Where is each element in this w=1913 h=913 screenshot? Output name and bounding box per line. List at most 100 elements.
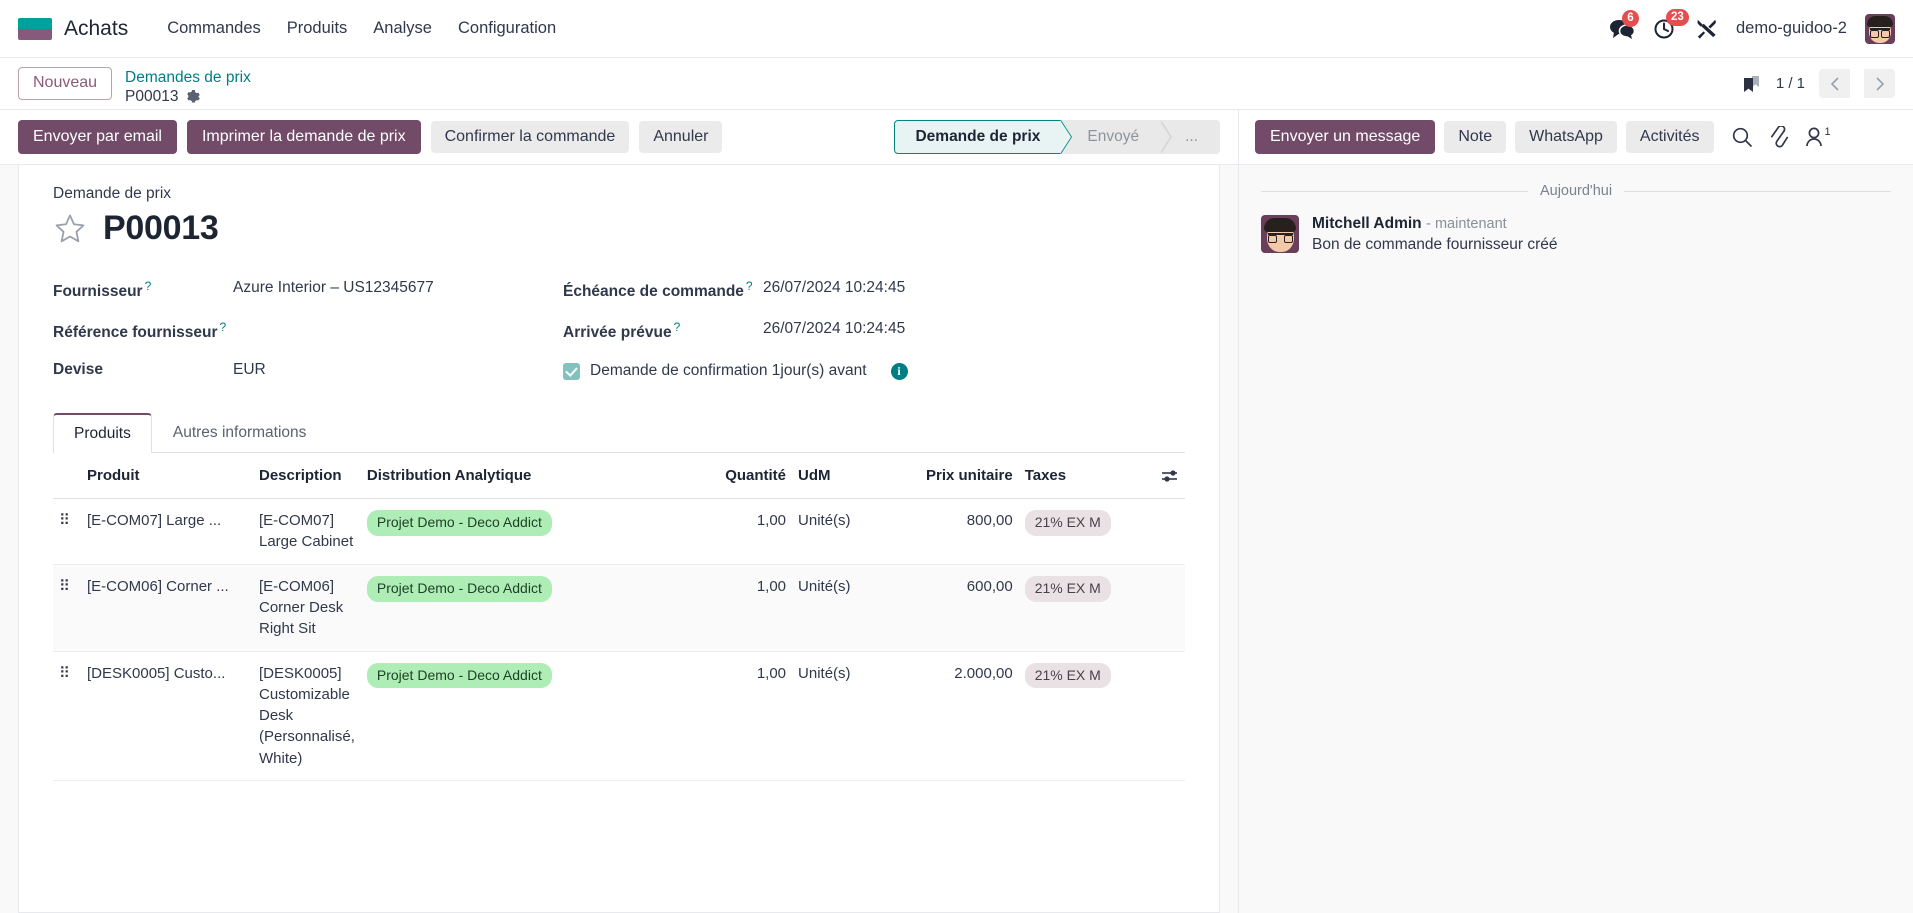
tab-autres-informations[interactable]: Autres informations: [152, 413, 328, 453]
th-taxes[interactable]: Taxes: [1018, 453, 1155, 500]
cell-prix[interactable]: 600,00: [881, 564, 1019, 652]
tax-tag[interactable]: 21% EX M: [1024, 510, 1111, 536]
info-icon[interactable]: i: [890, 362, 908, 380]
odoo-logo[interactable]: [18, 17, 52, 40]
menu-analyse[interactable]: Analyse: [360, 13, 445, 44]
th-produit[interactable]: Produit: [81, 453, 253, 500]
label-devise: Devise: [53, 361, 103, 379]
th-prix-unitaire[interactable]: Prix unitaire: [881, 453, 1019, 500]
cell-description[interactable]: [E-COM07] Large Cabinet: [253, 498, 361, 565]
status-step-rfq[interactable]: Demande de prix: [894, 120, 1073, 154]
cell-udm[interactable]: Unité(s): [792, 651, 882, 782]
bookmark-icon[interactable]: [1740, 73, 1762, 95]
new-record-button[interactable]: Nouveau: [18, 67, 113, 100]
tab-produits[interactable]: Produits: [53, 413, 152, 454]
pager-next-button[interactable]: [1864, 69, 1895, 98]
cell-taxes[interactable]: 21% EX M: [1018, 651, 1155, 782]
table-row[interactable]: ⠿ [E-COM07] Large ... [E-COM07] Large Ca…: [53, 498, 1185, 565]
confirmation-checkbox[interactable]: [563, 362, 580, 380]
cell-prix[interactable]: 800,00: [881, 498, 1019, 565]
analytic-tag[interactable]: Projet Demo - Deco Addict: [366, 575, 552, 602]
cell-analytique[interactable]: Projet Demo - Deco Addict: [360, 564, 691, 652]
user-menu-label[interactable]: demo-guidoo-2: [1736, 19, 1847, 38]
messages-button[interactable]: 6: [1609, 9, 1639, 40]
activities-button[interactable]: 23: [1653, 8, 1689, 41]
confirm-order-button[interactable]: Confirmer la commande: [430, 121, 630, 153]
menu-configuration[interactable]: Configuration: [445, 13, 569, 44]
status-step-sent[interactable]: Envoyé: [1061, 120, 1172, 154]
cell-taxes[interactable]: 21% EX M: [1018, 564, 1155, 652]
cell-description[interactable]: [E-COM06] Corner Desk Right Sit: [253, 564, 361, 652]
row-drag-handle[interactable]: ⠿: [53, 564, 81, 652]
row-drag-handle[interactable]: ⠿: [53, 498, 81, 565]
send-message-button[interactable]: Envoyer un message: [1255, 120, 1436, 154]
cell-udm[interactable]: Unité(s): [792, 564, 882, 652]
gear-icon[interactable]: [186, 90, 200, 104]
value-reference-fournisseur[interactable]: [233, 311, 563, 331]
attachment-paperclip-icon[interactable]: [1768, 126, 1790, 148]
order-lines-table: Produit Description Distribution Analyti…: [53, 453, 1185, 782]
cell-quantite[interactable]: 1,00: [690, 564, 793, 652]
row-drag-handle[interactable]: ⠿: [53, 651, 81, 782]
app-name[interactable]: Achats: [64, 17, 128, 41]
column-settings-icon[interactable]: [1161, 468, 1179, 484]
message-meta: Mitchell Admin - maintenant: [1312, 215, 1558, 233]
chatter-message: Mitchell Admin - maintenant Bon de comma…: [1261, 215, 1891, 254]
menu-produits[interactable]: Produits: [274, 13, 361, 44]
activities-badge: 23: [1666, 8, 1689, 26]
help-tooltip-icon[interactable]: ?: [145, 279, 152, 293]
cell-udm[interactable]: Unité(s): [792, 498, 882, 565]
chatter-toolbar: Envoyer un message Note WhatsApp Activit…: [1239, 110, 1913, 165]
cell-taxes[interactable]: 21% EX M: [1018, 498, 1155, 565]
whatsapp-button[interactable]: WhatsApp: [1515, 121, 1617, 153]
cell-analytique[interactable]: Projet Demo - Deco Addict: [360, 651, 691, 782]
table-row[interactable]: ⠿ [E-COM06] Corner ... [E-COM06] Corner …: [53, 564, 1185, 652]
pager-counter[interactable]: 1 / 1: [1776, 75, 1805, 92]
th-distribution-analytique[interactable]: Distribution Analytique: [360, 453, 691, 500]
message-author-avatar[interactable]: [1261, 215, 1299, 253]
message-author[interactable]: Mitchell Admin: [1312, 215, 1422, 232]
help-tooltip-icon[interactable]: ?: [746, 279, 753, 293]
breadcrumb-parent-link[interactable]: Demandes de prix: [125, 68, 251, 87]
label-echeance-text: Échéance de commande: [563, 283, 744, 301]
value-fournisseur[interactable]: Azure Interior – US12345677: [233, 270, 563, 307]
th-udm[interactable]: UdM: [792, 453, 882, 500]
main-area: Envoyer par email Imprimer la demande de…: [0, 110, 1913, 913]
value-echeance[interactable]: 26/07/2024 10:24:45: [763, 270, 1185, 307]
print-rfq-button[interactable]: Imprimer la demande de prix: [186, 120, 421, 154]
cell-analytique[interactable]: Projet Demo - Deco Addict: [360, 498, 691, 565]
pager-previous-button[interactable]: [1819, 69, 1850, 98]
cell-produit[interactable]: [E-COM06] Corner ...: [81, 564, 253, 652]
th-optional-columns[interactable]: [1155, 453, 1185, 500]
menu-commandes[interactable]: Commandes: [154, 13, 274, 44]
user-avatar[interactable]: [1865, 13, 1895, 44]
analytic-tag[interactable]: Projet Demo - Deco Addict: [366, 510, 552, 536]
send-by-email-button[interactable]: Envoyer par email: [18, 120, 177, 154]
table-row[interactable]: ⠿ [DESK0005] Custo... [DESK0005] Customi…: [53, 651, 1185, 782]
value-arrivee-prevue[interactable]: 26/07/2024 10:24:45: [763, 311, 1185, 348]
cell-quantite[interactable]: 1,00: [690, 651, 793, 782]
log-note-button[interactable]: Note: [1444, 121, 1507, 153]
search-icon[interactable]: [1731, 126, 1753, 148]
cell-description[interactable]: [DESK0005] Customizable Desk (Personnali…: [253, 651, 361, 782]
cell-produit[interactable]: [E-COM07] Large ...: [81, 498, 253, 565]
breadcrumb: Demandes de prix P00013: [125, 67, 251, 107]
favorite-star-icon[interactable]: [53, 212, 87, 245]
cell-prix[interactable]: 2.000,00: [881, 651, 1019, 782]
help-tooltip-icon[interactable]: ?: [674, 320, 681, 334]
followers-button[interactable]: 1: [1805, 126, 1831, 148]
activities-button[interactable]: Activités: [1625, 121, 1714, 153]
value-devise[interactable]: EUR: [233, 352, 563, 389]
cell-produit[interactable]: [DESK0005] Custo...: [81, 651, 253, 782]
th-description[interactable]: Description: [253, 453, 361, 500]
cancel-button[interactable]: Annuler: [639, 121, 723, 153]
date-separator-label: Aujourd'hui: [1539, 183, 1613, 199]
tax-tag[interactable]: 21% EX M: [1024, 575, 1111, 602]
cell-quantite[interactable]: 1,00: [690, 498, 793, 565]
tax-tag[interactable]: 21% EX M: [1024, 662, 1111, 689]
th-quantite[interactable]: Quantité: [690, 453, 793, 500]
message-content: Mitchell Admin - maintenant Bon de comma…: [1312, 215, 1558, 254]
help-tooltip-icon[interactable]: ?: [220, 320, 227, 334]
analytic-tag[interactable]: Projet Demo - Deco Addict: [366, 662, 552, 689]
debug-tools-button[interactable]: [1695, 17, 1718, 40]
